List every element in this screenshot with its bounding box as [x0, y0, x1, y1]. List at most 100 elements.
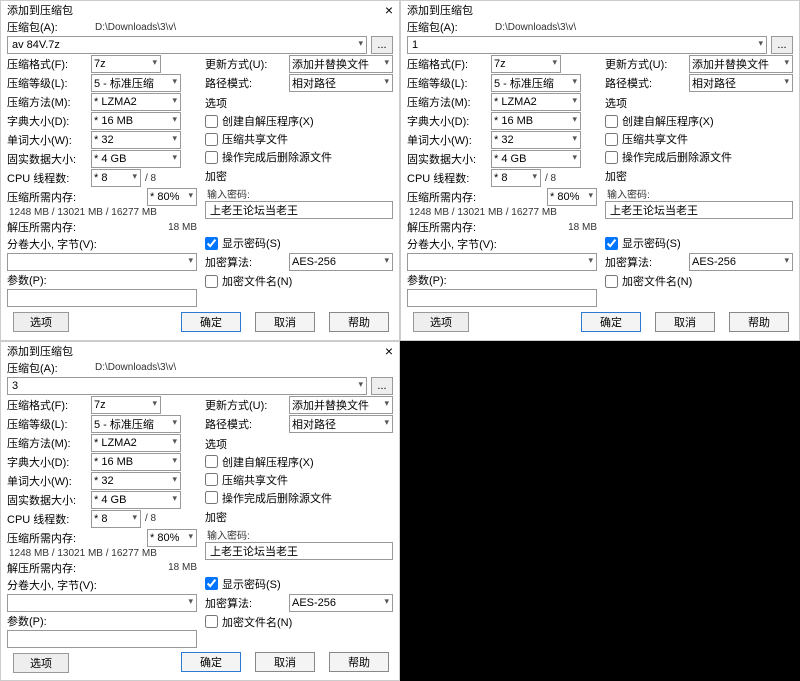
dict-select[interactable]: [491, 112, 581, 130]
enc-section: 加密: [205, 168, 393, 184]
update-label: 更新方式(U):: [205, 56, 285, 72]
split-input[interactable]: [7, 594, 197, 612]
dialog-pane-0: 添加到压缩包 × 压缩包(A): D:\Downloads\3\v\ ... 压…: [0, 0, 400, 341]
level-select[interactable]: [491, 74, 581, 92]
update-select[interactable]: [289, 396, 393, 414]
shared-label: 压缩共享文件: [222, 131, 288, 147]
word-select[interactable]: [91, 472, 181, 490]
encnames-label: 加密文件名(N): [622, 273, 692, 289]
encnames-label: 加密文件名(N): [222, 273, 292, 289]
threads-max: / 8: [145, 173, 156, 184]
params-input[interactable]: [407, 289, 597, 307]
password-input[interactable]: [205, 201, 393, 219]
password-input[interactable]: [605, 201, 793, 219]
format-label: 压缩格式(F):: [7, 56, 87, 72]
options-section: 选项: [605, 95, 793, 111]
delafter-checkbox[interactable]: 操作完成后删除源文件: [605, 149, 793, 165]
archive-path: D:\Downloads\3\v\: [491, 22, 576, 33]
archive-name-input[interactable]: [7, 377, 367, 395]
ok-button[interactable]: 确定: [181, 652, 241, 672]
ok-button[interactable]: 确定: [181, 312, 241, 332]
mem-d-value: 18 MB: [168, 562, 197, 573]
mem-pct-select[interactable]: [547, 188, 597, 206]
format-select[interactable]: [91, 55, 161, 73]
encmethod-select[interactable]: [289, 253, 393, 271]
pathmode-select[interactable]: [289, 74, 393, 92]
delafter-checkbox[interactable]: 操作完成后删除源文件: [205, 490, 393, 506]
password-input[interactable]: [205, 542, 393, 560]
showpwd-checkbox[interactable]: 显示密码(S): [205, 576, 393, 592]
mem-c-label: 压缩所需内存:: [407, 189, 487, 205]
format-select[interactable]: [91, 396, 161, 414]
mem-pct-select[interactable]: [147, 529, 197, 547]
options-section: 选项: [205, 95, 393, 111]
sfx-checkbox[interactable]: 创建自解压程序(X): [605, 113, 793, 129]
encmethod-select[interactable]: [289, 594, 393, 612]
shared-checkbox[interactable]: 压缩共享文件: [205, 131, 393, 147]
pwd-label: 输入密码:: [205, 186, 393, 201]
word-select[interactable]: [91, 131, 181, 149]
archive-name-input[interactable]: [7, 36, 367, 54]
format-select[interactable]: [491, 55, 561, 73]
threads-select[interactable]: [91, 510, 141, 528]
showpwd-checkbox[interactable]: 显示密码(S): [205, 235, 393, 251]
threads-select[interactable]: [491, 169, 541, 187]
archive-name-input[interactable]: [407, 36, 767, 54]
method-label: 压缩方法(M):: [7, 435, 87, 451]
close-icon[interactable]: ×: [385, 3, 393, 17]
level-label: 压缩等级(L):: [7, 416, 87, 432]
word-select[interactable]: [491, 131, 581, 149]
method-select[interactable]: [491, 93, 581, 111]
encmethod-select[interactable]: [689, 253, 793, 271]
showpwd-label: 显示密码(S): [222, 576, 281, 592]
dialog-pane-2: 添加到压缩包 × 压缩包(A): D:\Downloads\3\v\ ... 压…: [0, 341, 400, 681]
ok-button[interactable]: 确定: [581, 312, 641, 332]
method-select[interactable]: [91, 434, 181, 452]
level-select[interactable]: [91, 74, 181, 92]
dialog-pane-1: 添加到压缩包 × 压缩包(A): D:\Downloads\3\v\ ... 压…: [400, 0, 800, 341]
threads-select[interactable]: [91, 169, 141, 187]
encnames-checkbox[interactable]: 加密文件名(N): [205, 614, 393, 630]
dict-select[interactable]: [91, 453, 181, 471]
solid-select[interactable]: [91, 150, 181, 168]
split-input[interactable]: [7, 253, 197, 271]
help-button[interactable]: 帮助: [729, 312, 789, 332]
pathmode-label: 路径模式:: [205, 75, 285, 91]
help-button[interactable]: 帮助: [329, 312, 389, 332]
cancel-button[interactable]: 取消: [655, 312, 715, 332]
solid-select[interactable]: [491, 150, 581, 168]
browse-button[interactable]: ...: [371, 36, 393, 54]
pathmode-select[interactable]: [689, 74, 793, 92]
dict-select[interactable]: [91, 112, 181, 130]
encnames-checkbox[interactable]: 加密文件名(N): [205, 273, 393, 289]
close-icon[interactable]: ×: [385, 344, 393, 358]
encnames-checkbox[interactable]: 加密文件名(N): [605, 273, 793, 289]
browse-button[interactable]: ...: [771, 36, 793, 54]
browse-button[interactable]: ...: [371, 377, 393, 395]
sfx-checkbox[interactable]: 创建自解压程序(X): [205, 113, 393, 129]
update-label: 更新方式(U):: [205, 397, 285, 413]
help-button[interactable]: 帮助: [329, 652, 389, 672]
shared-checkbox[interactable]: 压缩共享文件: [205, 472, 393, 488]
delafter-label: 操作完成后删除源文件: [222, 490, 332, 506]
mem-c-label: 压缩所需内存:: [7, 530, 87, 546]
delafter-checkbox[interactable]: 操作完成后删除源文件: [205, 149, 393, 165]
shared-checkbox[interactable]: 压缩共享文件: [605, 131, 793, 147]
update-select[interactable]: [689, 55, 793, 73]
level-select[interactable]: [91, 415, 181, 433]
split-input[interactable]: [407, 253, 597, 271]
params-label: 参数(P):: [7, 272, 87, 288]
params-input[interactable]: [7, 630, 197, 648]
params-input[interactable]: [7, 289, 197, 307]
showpwd-checkbox[interactable]: 显示密码(S): [605, 235, 793, 251]
cancel-button[interactable]: 取消: [255, 652, 315, 672]
encnames-label: 加密文件名(N): [222, 614, 292, 630]
pathmode-select[interactable]: [289, 415, 393, 433]
mem-pct-select[interactable]: [147, 188, 197, 206]
method-select[interactable]: [91, 93, 181, 111]
update-select[interactable]: [289, 55, 393, 73]
encmethod-label: 加密算法:: [605, 254, 685, 270]
sfx-checkbox[interactable]: 创建自解压程序(X): [205, 454, 393, 470]
cancel-button[interactable]: 取消: [255, 312, 315, 332]
solid-select[interactable]: [91, 491, 181, 509]
